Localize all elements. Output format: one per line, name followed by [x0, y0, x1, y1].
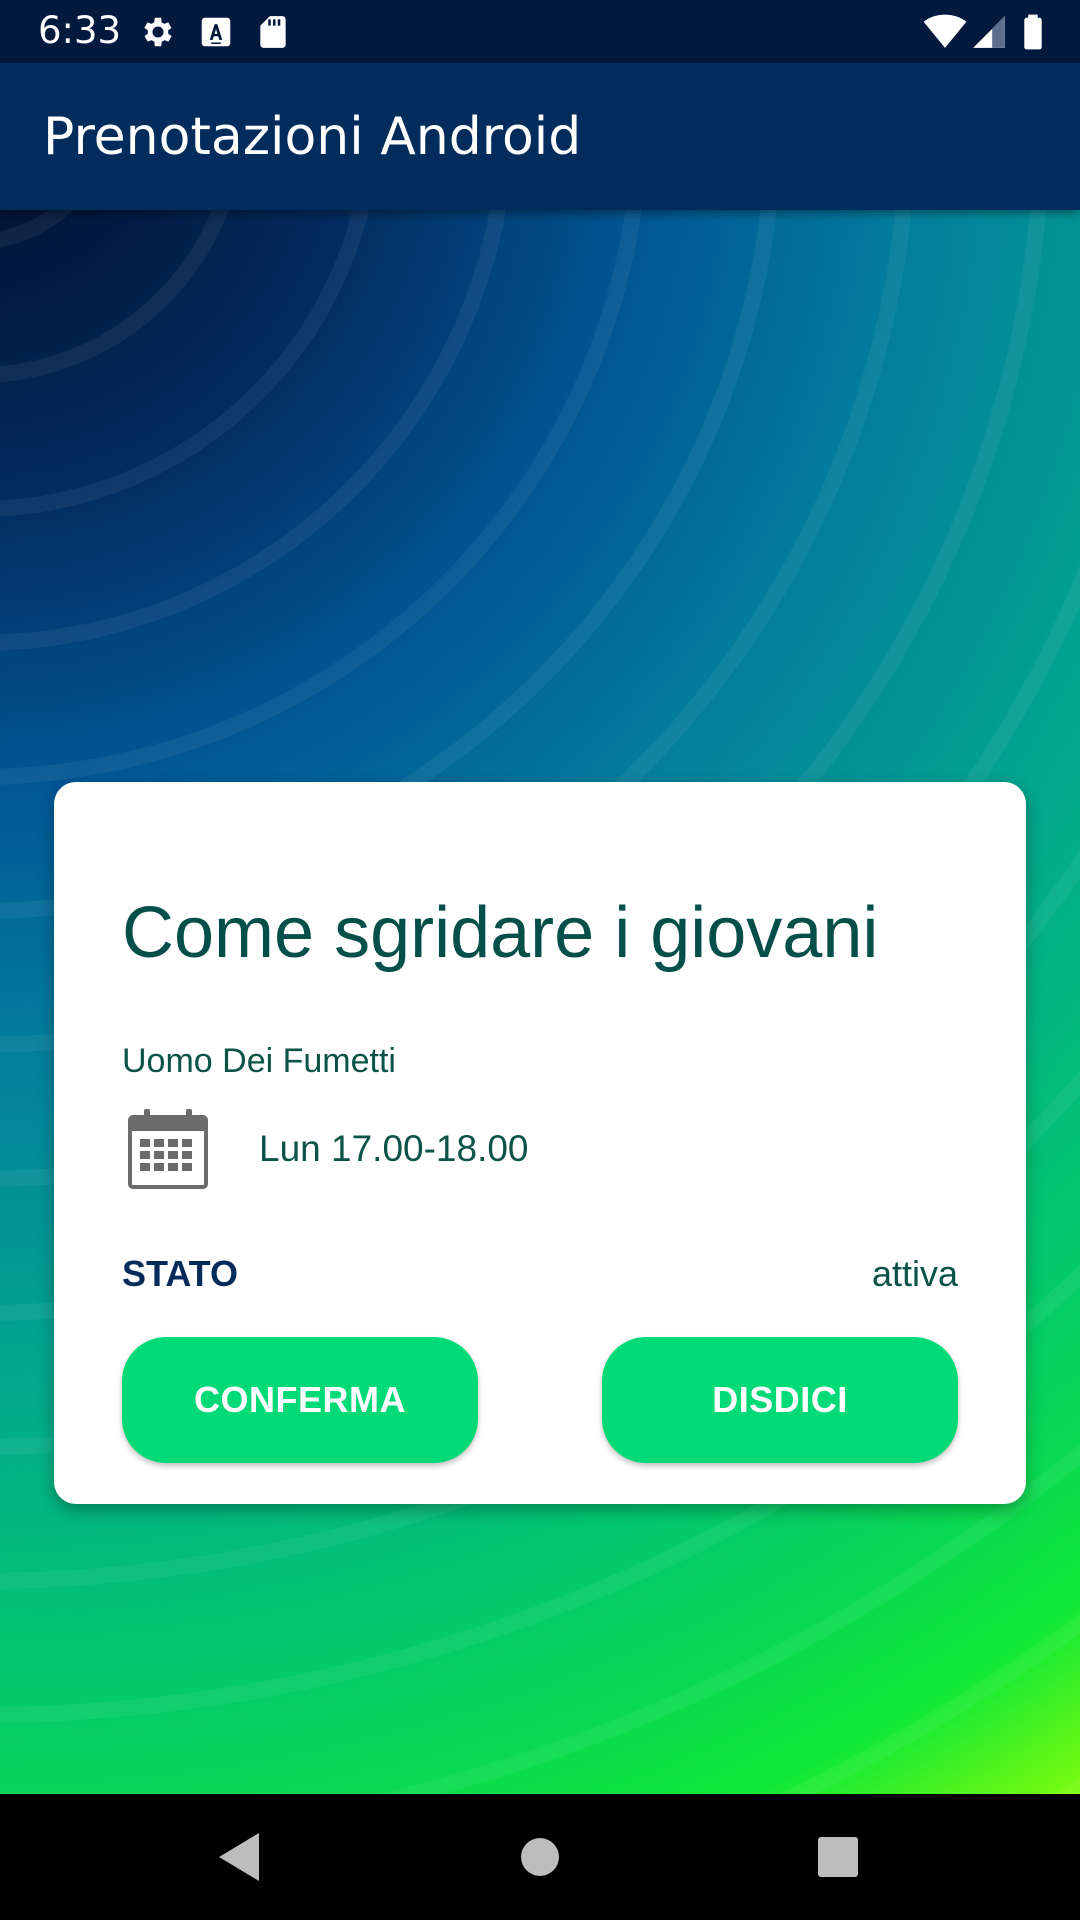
battery-icon — [1024, 14, 1042, 50]
calendar-icon — [128, 1109, 208, 1189]
sd-card-icon — [260, 16, 286, 48]
background: Come sgridare i giovani Uomo Dei Fumetti… — [0, 210, 1080, 1794]
status-value: attiva — [871, 1253, 958, 1294]
course-time: Lun 17.00-18.00 — [259, 1128, 529, 1169]
cancel-button[interactable]: DISDICI — [602, 1337, 958, 1463]
course-title: Come sgridare i giovani — [122, 893, 879, 973]
recents-square-icon[interactable] — [810, 1829, 866, 1885]
course-author: Uomo Dei Fumetti — [122, 1042, 396, 1080]
app-title: Prenotazioni Android — [43, 107, 582, 167]
back-triangle-icon[interactable] — [211, 1829, 267, 1885]
booking-card: Come sgridare i giovani Uomo Dei Fumetti… — [54, 782, 1026, 1504]
font-a-icon — [201, 17, 231, 47]
navigation-bar — [0, 1794, 1080, 1920]
app-bar: Prenotazioni Android — [0, 63, 1080, 210]
status-bar: 6:33 — [0, 0, 1080, 63]
home-circle-icon[interactable] — [512, 1829, 568, 1885]
gear-icon — [144, 17, 172, 47]
confirm-button[interactable]: CONFERMA — [122, 1337, 478, 1463]
wifi-icon — [923, 14, 967, 48]
cell-signal-icon — [973, 16, 1005, 48]
status-label: STATO — [122, 1253, 238, 1294]
status-time: 6:33 — [38, 9, 122, 52]
